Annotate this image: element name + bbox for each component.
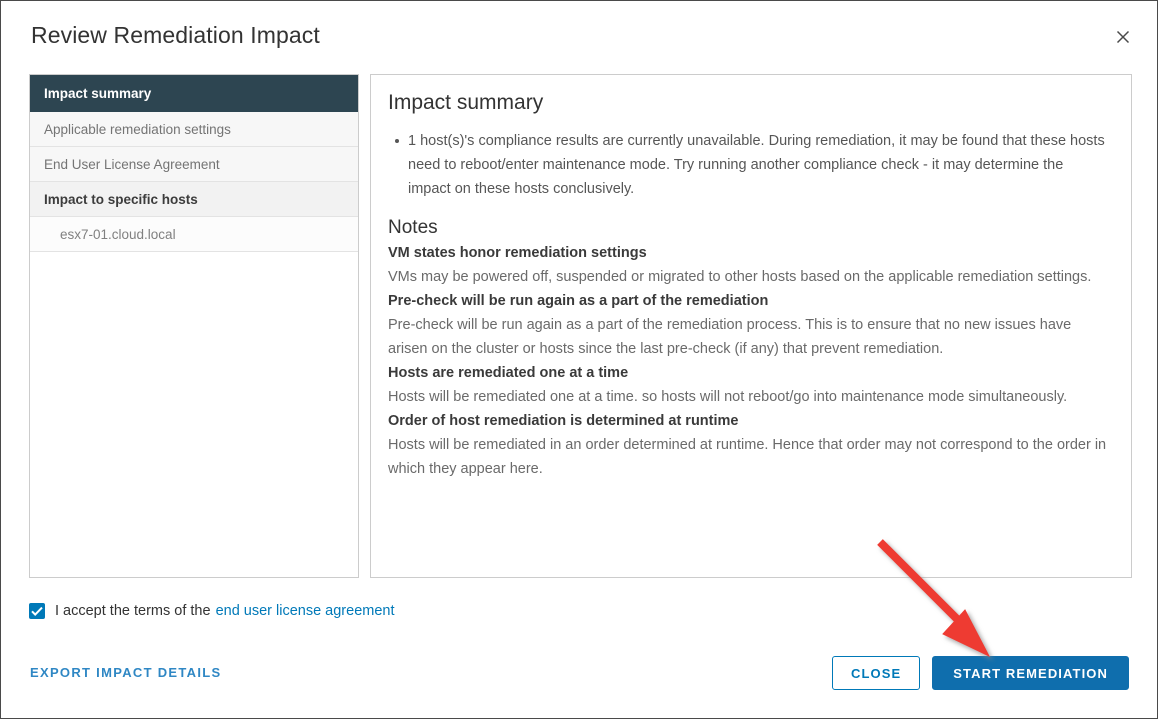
dialog-header: Review Remediation Impact <box>1 1 1157 69</box>
accept-eula-checkbox[interactable] <box>29 603 45 619</box>
note-heading: Pre-check will be run again as a part of… <box>388 293 769 309</box>
note-heading: Order of host remediation is determined … <box>388 413 739 429</box>
note-body: Hosts will be remediated one at a time. … <box>388 389 1068 405</box>
sidebar-item-2[interactable]: End User License Agreement <box>30 147 358 182</box>
note-heading: VM states honor remediation settings <box>388 245 647 261</box>
close-button[interactable]: Close <box>831 656 921 690</box>
sidebar-item-3[interactable]: Impact to specific hosts <box>30 182 358 217</box>
navigation-sidebar: Impact summary Applicable remediation set… <box>29 74 359 578</box>
impact-bullet: 1 host(s)'s compliance results are curre… <box>395 129 1109 201</box>
eula-link[interactable]: end user license agreement <box>216 603 395 619</box>
impact-bullet-list: 1 host(s)'s compliance results are curre… <box>388 129 1109 201</box>
sidebar-item-4[interactable]: esx7-01.cloud.local <box>30 217 358 252</box>
content-title: Impact summary <box>388 91 544 114</box>
review-remediation-impact-dialog: Review Remediation Impact Impact summary… <box>0 0 1158 719</box>
page-title: Review Remediation Impact <box>31 22 320 48</box>
notes-list: VM states honor remediation settings VMs … <box>388 241 1109 481</box>
accept-eula-label: I accept the terms of the <box>55 603 211 619</box>
note-body: Pre-check will be run again as a part of… <box>388 317 1072 357</box>
note-heading: Hosts are remediated one at a time <box>388 365 629 381</box>
sidebar-item-0[interactable]: Impact summary <box>30 75 358 112</box>
notes-title: Notes <box>388 217 438 238</box>
sidebar-item-1[interactable]: Applicable remediation settings <box>30 112 358 147</box>
export-impact-details-link[interactable]: Export Impact Details <box>30 665 222 680</box>
close-icon[interactable] <box>1109 23 1137 51</box>
eula-accept-row: I accept the terms of the end user licen… <box>29 603 395 619</box>
content-panel: Impact summary 1 host(s)'s compliance re… <box>370 74 1132 578</box>
start-remediation-button[interactable]: Start Remediation <box>932 656 1129 690</box>
dialog-action-buttons: Close Start Remediation <box>831 656 1129 690</box>
note-body: Hosts will be remediated in an order det… <box>388 437 1107 477</box>
note-body: VMs may be powered off, suspended or mig… <box>388 269 1092 285</box>
